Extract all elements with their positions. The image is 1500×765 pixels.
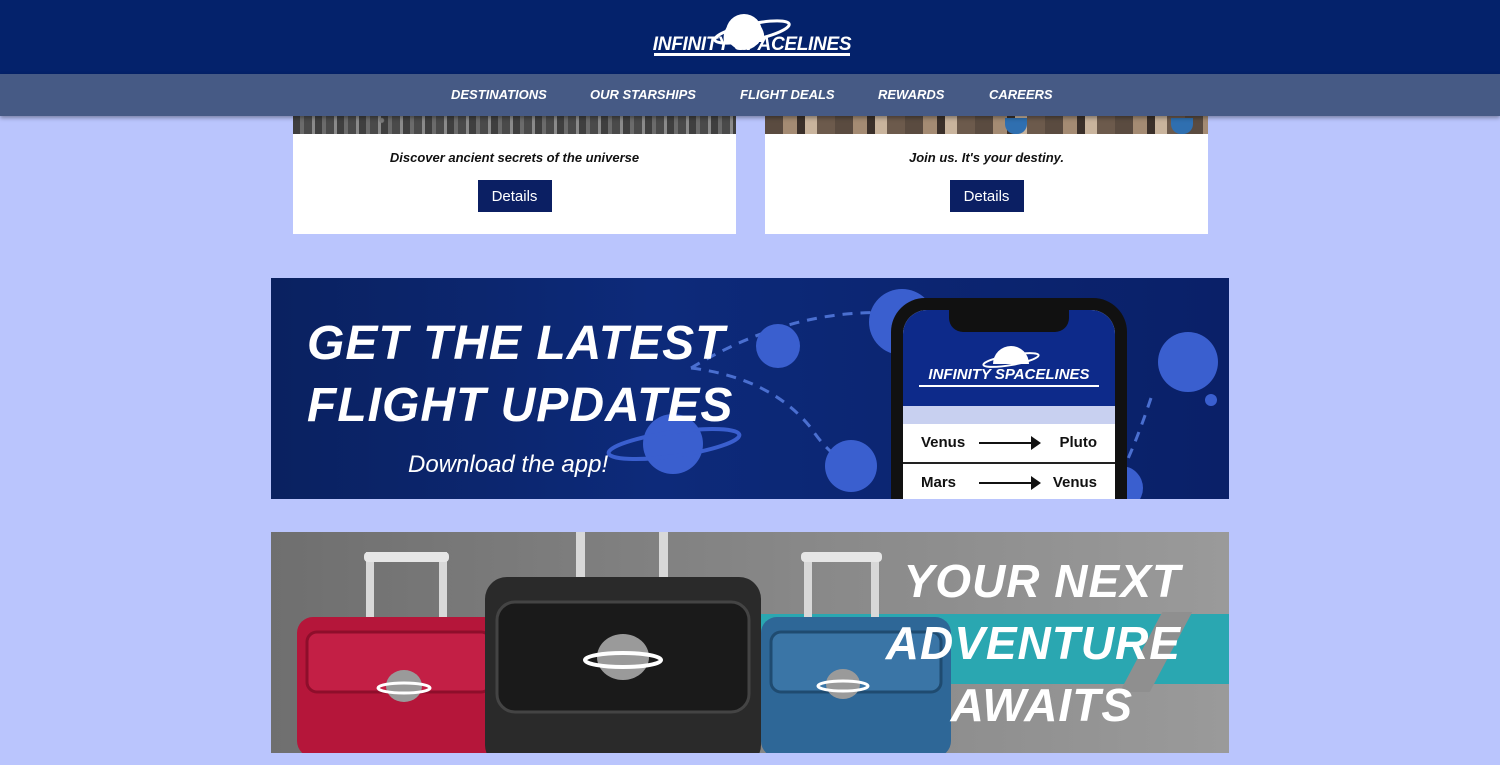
route-row: Mars Venus xyxy=(903,464,1115,499)
destination-card-ancient-secrets: Discover ancient secrets of the universe… xyxy=(293,100,736,234)
main-nav: DESTINATIONS OUR STARSHIPS FLIGHT DEALS … xyxy=(0,74,1500,116)
nav-rewards[interactable]: REWARDS xyxy=(878,87,944,102)
phone-logo-underline xyxy=(919,385,1099,387)
crew-patch xyxy=(1005,118,1027,134)
route-destination: Pluto xyxy=(1059,434,1098,451)
headline-line-1: GET THE LATEST xyxy=(307,317,726,370)
phone-illustration: INFINITY SPACELINES Venus Pluto Mars Ven… xyxy=(891,298,1127,499)
adventure-line-2: ADVENTURE xyxy=(885,617,1181,669)
adventure-line-1: YOUR NEXT xyxy=(903,555,1181,607)
nav-flight-deals[interactable]: FLIGHT DEALS xyxy=(740,87,835,102)
luggage-illustration xyxy=(297,532,951,753)
nav-our-starships[interactable]: OUR STARSHIPS xyxy=(590,87,696,102)
careers-card: Join us. It's your destiny. Details xyxy=(765,100,1208,234)
adventure-line-3: AWAITS xyxy=(950,679,1133,731)
app-headline: GET THE LATEST FLIGHT UPDATES xyxy=(307,313,733,437)
route-row: Venus Pluto xyxy=(903,424,1115,464)
phone-band xyxy=(903,406,1115,424)
crew-patch xyxy=(1171,118,1193,134)
site-header: INFINITY SPACELINES xyxy=(0,0,1500,74)
arrow-right-icon xyxy=(979,436,1041,450)
luggage-banner[interactable]: YOUR NEXT ADVENTURE AWAITS xyxy=(271,532,1229,753)
arrow-right-icon xyxy=(979,476,1041,490)
planet-logo-icon xyxy=(982,346,1040,368)
download-app-text: Download the app! xyxy=(408,451,609,478)
nav-destinations[interactable]: DESTINATIONS xyxy=(451,87,547,102)
details-button[interactable]: Details xyxy=(949,180,1024,212)
route-origin: Venus xyxy=(921,434,966,451)
infinity-spacelines-logo[interactable]: INFINITY SPACELINES xyxy=(652,10,852,60)
nav-careers[interactable]: CAREERS xyxy=(989,87,1053,102)
card-caption: Join us. It's your destiny. xyxy=(908,150,1065,165)
phone-screen: INFINITY SPACELINES Venus Pluto Mars Ven… xyxy=(903,310,1115,499)
route-origin: Mars xyxy=(921,474,957,491)
headline-line-2: FLIGHT UPDATES xyxy=(307,379,734,432)
card-caption: Discover ancient secrets of the universe xyxy=(389,150,640,165)
phone-logo-text: INFINITY SPACELINES xyxy=(928,366,1090,383)
app-download-banner[interactable]: GET THE LATEST FLIGHT UPDATES Download t… xyxy=(271,278,1229,499)
logo-underline xyxy=(654,53,850,56)
details-button[interactable]: Details xyxy=(477,180,552,212)
route-destination: Venus xyxy=(1052,474,1097,491)
phone-notch xyxy=(949,310,1069,332)
